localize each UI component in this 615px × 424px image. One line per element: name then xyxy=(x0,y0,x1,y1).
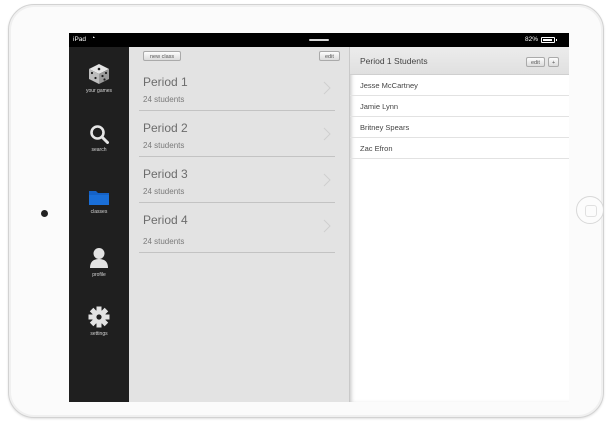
sidebar-item-search[interactable]: search xyxy=(69,124,129,153)
sidebar-item-settings[interactable]: settings xyxy=(69,306,129,337)
chevron-right-icon xyxy=(323,219,331,233)
class-name: Period 1 xyxy=(143,75,188,89)
student-row[interactable]: Jamie Lynn xyxy=(350,96,569,117)
edit-students-button[interactable]: edit xyxy=(526,57,545,67)
folder-icon xyxy=(89,191,109,205)
search-icon xyxy=(90,125,109,144)
wifi-icon: ◔ xyxy=(91,35,96,42)
screen: iPad ◔ 82% your games search classes pro… xyxy=(69,33,569,402)
person-icon xyxy=(90,248,108,268)
sidebar-item-label: profile xyxy=(92,272,106,278)
student-row[interactable]: Britney Spears xyxy=(350,117,569,138)
class-row-period-1[interactable]: Period 1 24 students xyxy=(129,65,349,111)
student-row[interactable]: Jesse McCartney xyxy=(350,75,569,96)
class-student-count: 24 students xyxy=(143,141,185,150)
student-name: Zac Efron xyxy=(360,144,393,153)
notch-pill xyxy=(309,39,329,41)
students-header: Period 1 Students edit + xyxy=(350,47,569,75)
sidebar: your games search classes profile settin… xyxy=(69,47,129,402)
sidebar-item-classes[interactable]: classes xyxy=(69,188,129,215)
class-name: Period 2 xyxy=(143,121,188,135)
chevron-right-icon xyxy=(323,173,331,187)
sidebar-item-label: classes xyxy=(90,209,108,215)
class-name: Period 3 xyxy=(143,167,188,181)
sidebar-item-label: settings xyxy=(90,331,108,337)
class-name: Period 4 xyxy=(143,213,188,227)
student-name: Jamie Lynn xyxy=(360,102,399,111)
class-student-count: 24 students xyxy=(143,187,185,196)
ipad-bezel: iPad ◔ 82% your games search classes pro… xyxy=(8,4,604,418)
sidebar-item-label: your games xyxy=(85,88,113,94)
sidebar-item-profile[interactable]: profile xyxy=(69,247,129,278)
student-row[interactable]: Zac Efron xyxy=(350,138,569,159)
student-name: Britney Spears xyxy=(360,123,410,132)
battery-icon xyxy=(541,37,557,43)
class-row-period-3[interactable]: Period 3 24 students xyxy=(129,157,349,203)
class-student-count: 24 students xyxy=(143,237,185,246)
carrier-label: iPad xyxy=(73,36,87,43)
add-student-button[interactable]: + xyxy=(548,57,560,67)
students-panel-title: Period 1 Students xyxy=(360,56,428,66)
student-name: Jesse McCartney xyxy=(360,81,418,90)
class-row-period-4[interactable]: Period 4 24 students xyxy=(129,203,349,253)
class-row-period-2[interactable]: Period 2 24 students xyxy=(129,111,349,157)
new-class-button[interactable]: new class xyxy=(143,51,182,61)
gear-icon xyxy=(88,306,110,328)
chevron-right-icon xyxy=(323,127,331,141)
sidebar-item-your-games[interactable]: your games xyxy=(69,63,129,94)
sidebar-item-label: search xyxy=(91,147,107,153)
home-button[interactable] xyxy=(576,196,604,224)
battery-percent: 82% xyxy=(525,36,539,43)
row-divider xyxy=(139,252,335,253)
class-student-count: 24 students xyxy=(143,95,185,104)
chevron-right-icon xyxy=(323,81,331,95)
front-camera xyxy=(41,210,48,217)
edit-classes-button[interactable]: edit xyxy=(319,51,340,61)
status-bar: iPad ◔ 82% xyxy=(69,33,569,47)
class-list-toolbar: new class edit xyxy=(129,47,349,65)
dice-icon xyxy=(89,64,109,84)
students-panel: Period 1 Students edit + Jesse McCartney… xyxy=(350,47,569,402)
class-list: new class edit Period 1 24 students Peri… xyxy=(129,47,350,402)
